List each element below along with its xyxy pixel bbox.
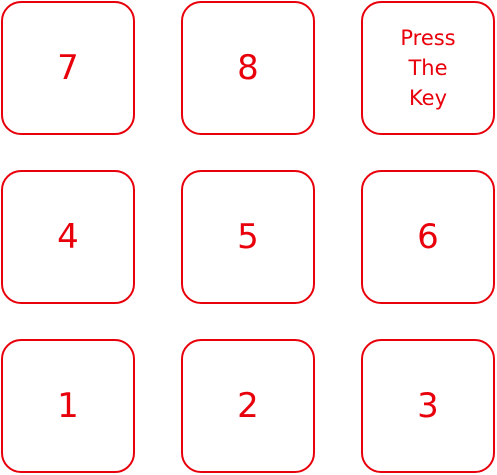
key-label: 5 — [237, 217, 259, 257]
key-6[interactable]: 6 — [361, 170, 495, 304]
key-label: 4 — [57, 217, 79, 257]
key-1[interactable]: 1 — [1, 339, 135, 473]
key-label: 3 — [417, 386, 439, 426]
key-label: 2 — [237, 386, 259, 426]
key-message: Press The Key — [400, 26, 456, 110]
key-5[interactable]: 5 — [181, 170, 315, 304]
key-label: 8 — [237, 48, 259, 88]
key-label: 1 — [57, 386, 79, 426]
key-8[interactable]: 8 — [181, 1, 315, 135]
key-press-the-key[interactable]: Press The Key — [361, 1, 495, 135]
keypad: 7 8 Press The Key 4 5 6 1 2 3 — [0, 0, 497, 475]
key-3[interactable]: 3 — [361, 339, 495, 473]
key-7[interactable]: 7 — [1, 1, 135, 135]
key-2[interactable]: 2 — [181, 339, 315, 473]
key-label: 6 — [417, 217, 439, 257]
key-4[interactable]: 4 — [1, 170, 135, 304]
key-label: 7 — [57, 48, 79, 88]
